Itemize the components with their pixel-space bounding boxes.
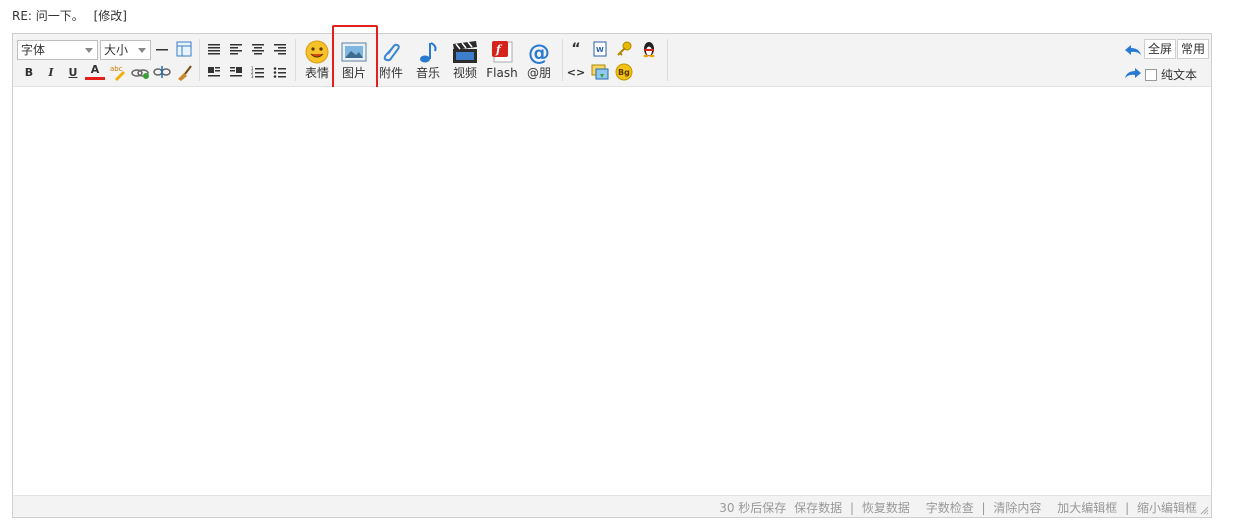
flash-button[interactable]: f Flash [484, 38, 520, 84]
font-size-select[interactable]: 大小 [100, 40, 151, 60]
font-color-button[interactable]: A [85, 61, 105, 80]
plain-text-toggle[interactable]: 纯文本 [1145, 66, 1197, 83]
toolbar-separator [667, 39, 668, 81]
word-count-check-link[interactable]: 字数检查 [926, 501, 974, 515]
align-justify-icon[interactable] [204, 39, 224, 59]
flash-icon: f [492, 41, 513, 63]
svg-text:@: @ [528, 41, 550, 64]
svg-text:abc: abc [110, 65, 123, 73]
float-left-icon[interactable] [204, 62, 224, 82]
svg-text:W: W [596, 46, 604, 54]
ordered-list-icon[interactable]: 123 [248, 62, 268, 82]
clapperboard-icon [453, 41, 477, 63]
code-button[interactable]: <> [566, 62, 586, 82]
svg-text:Bg: Bg [618, 68, 630, 77]
image-button[interactable]: 图片 [336, 38, 372, 84]
underline-button[interactable]: U [63, 62, 83, 82]
table-icon[interactable] [174, 39, 194, 59]
align-center-icon[interactable] [248, 39, 268, 59]
font-family-select[interactable]: 字体 [17, 40, 98, 60]
editor-toolbar: 字体 大小 B I U A abc 1 2 3 表情 图片 附件 音乐 视频 f… [13, 25, 1211, 93]
align-right-icon[interactable] [270, 39, 290, 59]
video-button[interactable]: 视频 [447, 38, 483, 84]
autosave-countdown: 30 秒后保存 [719, 501, 787, 515]
link-icon[interactable] [130, 62, 150, 82]
clear-format-brush-icon[interactable] [174, 62, 194, 82]
highlight-marker-icon[interactable]: abc [108, 62, 128, 82]
qq-penguin-icon[interactable] [639, 39, 659, 59]
quote-button[interactable]: “ [566, 39, 586, 59]
background-music-icon[interactable]: Bg [614, 62, 634, 82]
float-right-icon[interactable] [226, 62, 246, 82]
music-note-icon [420, 42, 437, 63]
unlink-icon[interactable] [152, 62, 172, 82]
image-icon [341, 42, 367, 62]
align-left-icon[interactable] [226, 39, 246, 59]
svg-text:3: 3 [251, 74, 254, 78]
enlarge-editor-link[interactable]: 加大编辑框 [1057, 501, 1117, 515]
music-button[interactable]: 音乐 [410, 38, 446, 84]
redo-icon[interactable] [1123, 63, 1143, 83]
italic-button[interactable]: I [41, 62, 61, 82]
restore-data-link[interactable]: 恢复数据 [862, 501, 910, 515]
emoticon-button[interactable]: 表情 [299, 38, 335, 84]
save-data-link[interactable]: 保存数据 [794, 501, 842, 515]
free-layout-icon[interactable] [590, 62, 610, 82]
post-title: RE: 问一下。 [12, 9, 84, 23]
unordered-list-icon[interactable] [270, 62, 290, 82]
smiley-icon [305, 40, 329, 64]
shrink-editor-link[interactable]: 缩小编辑框 [1137, 501, 1197, 515]
clear-content-link[interactable]: 清除内容 [993, 501, 1041, 515]
editor-content-area[interactable] [13, 87, 1211, 495]
toolbar-separator [295, 39, 296, 81]
mention-friend-button[interactable]: @ @朋 [521, 38, 557, 84]
paperclip-icon [383, 43, 400, 62]
undo-icon[interactable] [1123, 40, 1143, 60]
toolbar-separator [199, 39, 200, 81]
at-sign-icon: @ [528, 41, 550, 64]
word-paste-icon[interactable]: W [590, 39, 610, 59]
post-title-row: RE: 问一下。 [修改] [12, 7, 127, 24]
fullscreen-button[interactable]: 全屏 [1144, 39, 1177, 59]
rich-text-editor: 字体 大小 B I U A abc 1 2 3 表情 图片 附件 音乐 视频 f… [12, 25, 1212, 518]
bold-button[interactable]: B [19, 62, 39, 82]
edit-link[interactable]: [修改] [94, 9, 127, 23]
editor-status-bar: 30 秒后保存 保存数据 | 恢复数据 字数检查 | 清除内容 加大编辑框 | … [13, 495, 1211, 517]
resize-grip-icon[interactable] [1199, 505, 1209, 515]
plain-text-label: 纯文本 [1161, 68, 1198, 82]
toolbar-separator [562, 39, 563, 81]
plain-text-checkbox[interactable] [1145, 68, 1157, 81]
attachment-button[interactable]: 附件 [373, 38, 409, 84]
key-password-icon[interactable] [614, 39, 634, 59]
horizontal-rule-button[interactable] [152, 39, 172, 59]
common-button[interactable]: 常用 [1177, 39, 1210, 59]
